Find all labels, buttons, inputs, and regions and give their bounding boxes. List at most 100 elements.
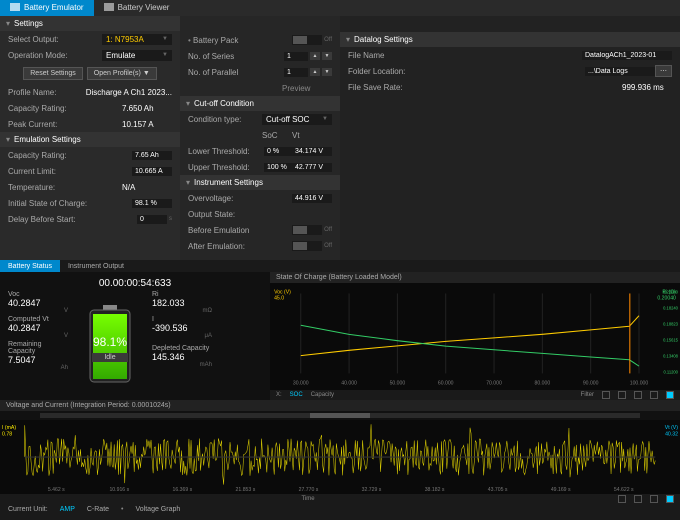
vi-chart-title: Voltage and Current (Integration Period:… [6, 402, 171, 409]
zoom-out-icon[interactable] [618, 495, 626, 503]
cursor-icon[interactable] [650, 391, 658, 399]
settings-panel: ▾Settings Select Output:1: N7953A▼ Opera… [0, 16, 180, 260]
svg-text:49.169 s: 49.169 s [551, 487, 571, 493]
preview-link[interactable]: Preview [282, 84, 332, 93]
series-down-button[interactable]: ▼ [322, 52, 332, 60]
tab-battery-status[interactable]: Battery Status [0, 260, 60, 272]
battery-status-panel: 00.00:00:54:633 Voc40.2847V 98.1% Idle R… [0, 272, 270, 400]
expand-icon[interactable] [666, 391, 674, 399]
svg-text:60.000: 60.000 [438, 381, 454, 387]
open-profiles-button[interactable]: Open Profile(s) ▼ [87, 67, 157, 80]
svg-text:54.622 s: 54.622 s [614, 487, 634, 493]
upper-vt-input[interactable] [292, 163, 332, 172]
emu-temp-value: N/A [122, 183, 172, 192]
svg-text:30.000: 30.000 [293, 381, 309, 387]
svg-text:90.000: 90.000 [583, 381, 599, 387]
output-state-label: Output State: [188, 210, 332, 219]
svg-text:0.20040: 0.20040 [663, 289, 679, 294]
battery-pack-toggle[interactable] [292, 35, 322, 45]
peak-current-label: Peak Current: [8, 120, 122, 129]
vi-chart[interactable]: I (mA)0.78Vt (V)40.325.462 s10.916 s16.3… [0, 420, 680, 494]
svg-text:0.15615: 0.15615 [663, 337, 679, 342]
battery-icon [10, 3, 20, 11]
upper-soc-input[interactable] [264, 163, 292, 172]
unit-amp[interactable]: AMP [60, 506, 75, 513]
svg-text:40.32: 40.32 [665, 431, 678, 437]
zoom-fit-icon[interactable] [634, 391, 642, 399]
caret-icon: ▾ [6, 135, 10, 144]
datalog-panel: ▾Datalog Settings File Name Folder Locat… [340, 16, 680, 260]
overvoltage-input[interactable] [292, 194, 332, 203]
unit-crate[interactable]: C-Rate [87, 506, 109, 513]
expand-icon[interactable] [666, 495, 674, 503]
lower-soc-input[interactable] [264, 147, 292, 156]
parallel-up-button[interactable]: ▲ [310, 68, 320, 76]
voltage-graph-toggle[interactable]: Voltage Graph [136, 506, 181, 513]
tab-battery-viewer[interactable]: Battery Viewer [94, 0, 180, 16]
svg-text:40.000: 40.000 [341, 381, 357, 387]
soc-chart[interactable]: 30.00040.00050.00060.00070.00080.00090.0… [270, 283, 680, 390]
after-emulation-toggle[interactable] [292, 241, 322, 251]
op-mode-select[interactable]: Emulate▼ [102, 50, 172, 61]
series-up-button[interactable]: ▲ [310, 52, 320, 60]
battery-icon [104, 3, 114, 11]
svg-text:16.369 s: 16.369 s [172, 487, 192, 493]
reset-settings-button[interactable]: Reset Settings [23, 67, 83, 80]
series-input[interactable] [284, 52, 308, 61]
emu-current-input[interactable] [132, 167, 172, 176]
folder-location-input[interactable] [585, 67, 655, 76]
file-save-rate-value: 999.936 ms [622, 83, 672, 92]
bottom-tabs: Battery Status Instrument Output [0, 260, 680, 272]
tab-instrument-output[interactable]: Instrument Output [60, 260, 132, 272]
instrument-settings-header[interactable]: ▾Instrument Settings [180, 175, 340, 190]
svg-text:0.20040: 0.20040 [657, 296, 676, 302]
x-mode-capacity[interactable]: Capacity [311, 392, 334, 398]
svg-text:Vt (V): Vt (V) [665, 425, 678, 431]
parallel-input[interactable] [284, 68, 308, 77]
select-output[interactable]: 1: N7953A▼ [102, 34, 172, 45]
parallel-down-button[interactable]: ▼ [322, 68, 332, 76]
lower-vt-input[interactable] [292, 147, 332, 156]
browse-folder-button[interactable]: ⋯ [655, 65, 672, 77]
file-name-input[interactable] [582, 51, 672, 60]
zoom-in-icon[interactable] [634, 495, 642, 503]
profile-name-label: Profile Name: [8, 88, 86, 97]
emu-delay-input[interactable] [137, 215, 167, 224]
x-mode-soc[interactable]: SOC [290, 392, 303, 398]
battery-state-label: Idle [92, 353, 127, 362]
svg-text:0.18240: 0.18240 [663, 305, 679, 310]
condition-type-select[interactable]: Cut-off SOC▼ [262, 114, 332, 125]
svg-text:I (mA): I (mA) [2, 425, 16, 431]
svg-text:21.853 s: 21.853 s [236, 487, 256, 493]
datalog-header[interactable]: ▾Datalog Settings [340, 32, 680, 47]
cutoff-header[interactable]: ▾Cut-off Condition [180, 96, 340, 111]
elapsed-timer: 00.00:00:54:633 [8, 276, 262, 291]
zoom-out-icon[interactable] [602, 391, 610, 399]
svg-text:0.11200: 0.11200 [663, 369, 678, 374]
select-output-label: Select Output: [8, 35, 102, 44]
svg-text:10.916 s: 10.916 s [109, 487, 129, 493]
capacity-rating-value: 7.650 Ah [122, 104, 172, 113]
footer: Current Unit: AMP C-Rate • Voltage Graph [0, 504, 680, 515]
svg-text:80.000: 80.000 [535, 381, 551, 387]
before-emulation-toggle[interactable] [292, 225, 322, 235]
zoom-in-icon[interactable] [618, 391, 626, 399]
svg-text:Voc (V): Voc (V) [274, 289, 291, 295]
svg-text:43.705 s: 43.705 s [488, 487, 508, 493]
top-tabs: Battery Emulator Battery Viewer [0, 0, 680, 16]
tab-label: Battery Emulator [24, 3, 84, 12]
soc-chart-title: State Of Charge (Battery Loaded Model) [276, 274, 402, 281]
emulation-settings-header[interactable]: ▾Emulation Settings [0, 132, 180, 147]
emu-capacity-input[interactable] [132, 151, 172, 160]
svg-text:45.0: 45.0 [274, 296, 284, 302]
bullet-icon: • [188, 36, 191, 45]
time-scrollbar[interactable] [40, 413, 640, 418]
svg-text:32.729 s: 32.729 s [362, 487, 382, 493]
emu-soc-input[interactable] [132, 199, 172, 208]
tab-battery-emulator[interactable]: Battery Emulator [0, 0, 94, 16]
caret-icon: ▾ [6, 19, 10, 28]
settings-header[interactable]: ▾Settings [0, 16, 180, 31]
zoom-fit-icon[interactable] [650, 495, 658, 503]
svg-text:27.770 s: 27.770 s [299, 487, 319, 493]
peak-current-value: 10.157 A [122, 120, 172, 129]
